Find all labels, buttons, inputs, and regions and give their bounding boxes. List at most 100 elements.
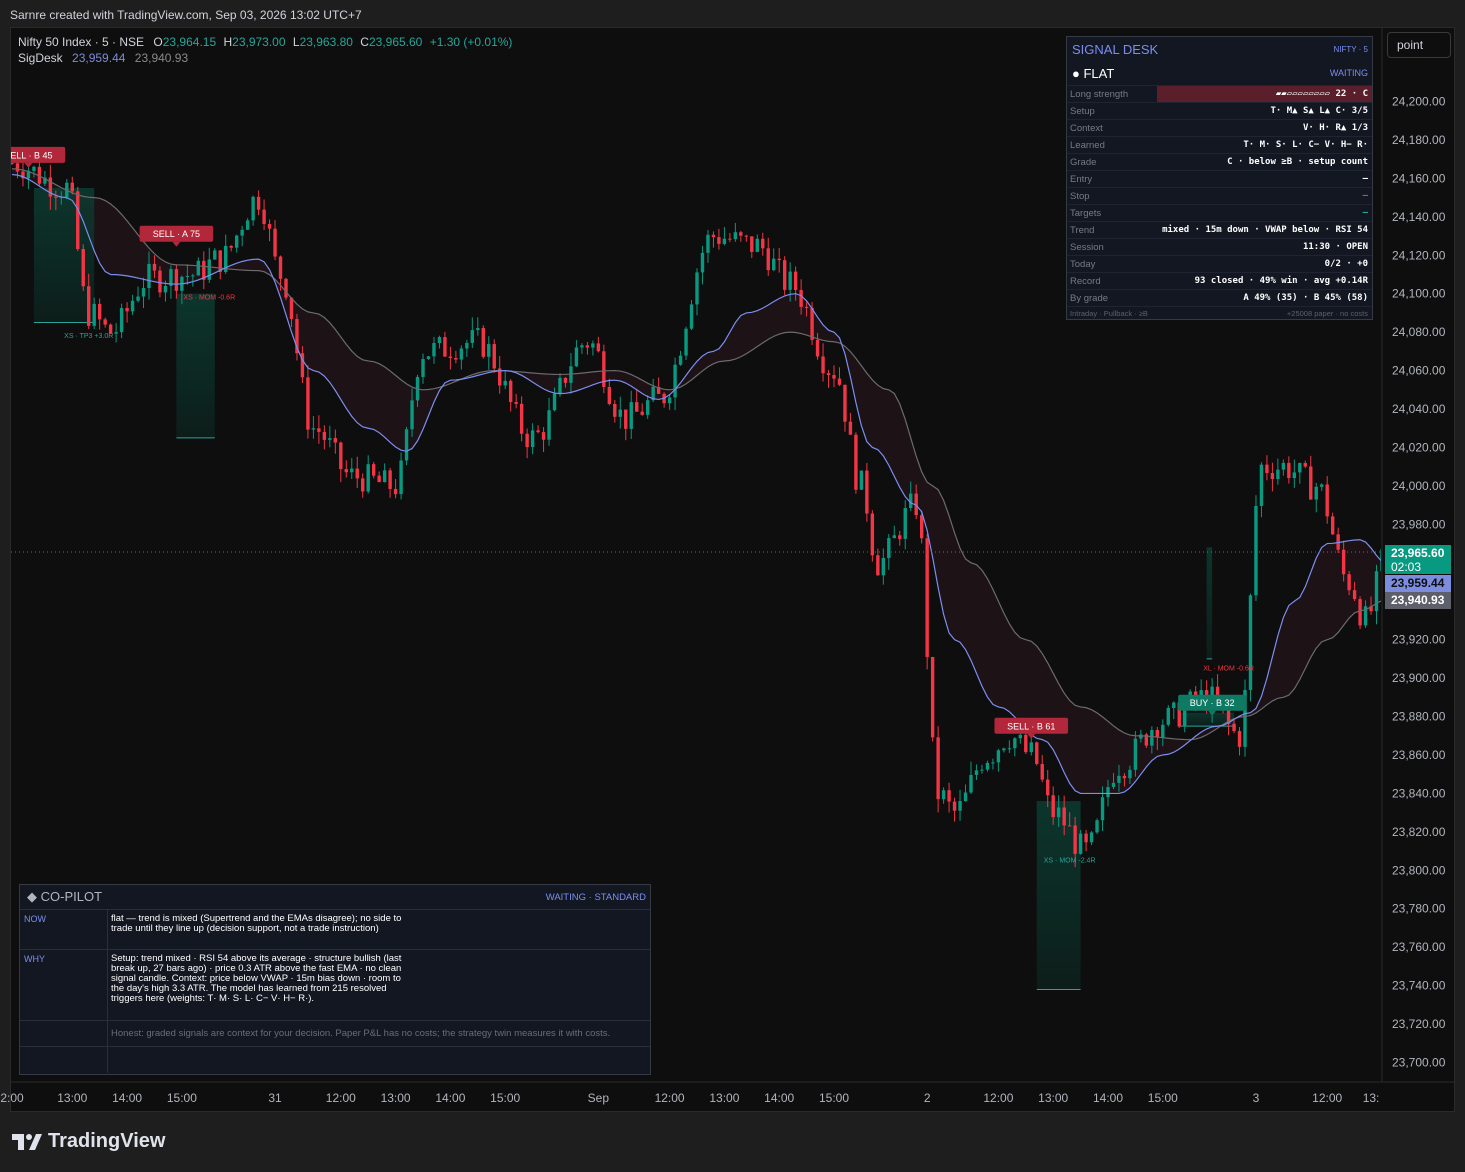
- candle-body: [454, 358, 458, 360]
- desk-row-value: —: [1362, 191, 1368, 201]
- candle-body: [278, 256, 283, 279]
- candle-body: [1166, 708, 1170, 725]
- candle-body: [1062, 807, 1066, 826]
- candle-body: [322, 431, 327, 440]
- desk-row: By grade A 49% (35) · B 45% (58): [1067, 289, 1372, 306]
- time-tick-label: 14:00: [764, 1091, 794, 1105]
- time-tick-label: 15:00: [490, 1091, 520, 1105]
- candle-body: [1259, 464, 1264, 506]
- candle-body: [388, 470, 392, 489]
- candle-body: [256, 196, 261, 210]
- candle-body: [963, 792, 968, 802]
- candle-body: [1073, 825, 1077, 854]
- slow-ema-price-label: 23,940.93: [1385, 592, 1451, 609]
- signal-desk-symbol: NIFTY · 5: [1333, 44, 1368, 54]
- candle-body: [1067, 825, 1072, 827]
- candle-body: [1374, 571, 1379, 612]
- candle-body: [969, 774, 973, 793]
- price-tick-label: 24,040.00: [1392, 402, 1446, 416]
- candle-body: [645, 400, 650, 415]
- candle-body: [125, 308, 129, 312]
- candle-body: [859, 470, 864, 490]
- candle-body: [229, 245, 233, 248]
- candle-body: [974, 770, 979, 775]
- candle-body: [947, 790, 951, 802]
- indicator-name[interactable]: SigDesk: [18, 51, 63, 65]
- desk-row-key: Session: [1070, 241, 1104, 253]
- trade-outcome-annotation: XS · MOM -0.6R: [183, 294, 235, 301]
- time-tick-label: 15:00: [167, 1091, 197, 1105]
- candle-body: [1013, 738, 1017, 749]
- candle-body: [1089, 832, 1094, 843]
- candle-body: [744, 235, 749, 237]
- candle-body: [361, 478, 365, 492]
- signal-label-text: SELL · B 45: [4, 150, 52, 160]
- candle-body: [1320, 484, 1324, 487]
- price-tick-label: 23,920.00: [1392, 633, 1446, 647]
- candle-body: [574, 347, 579, 367]
- candle-body: [541, 432, 546, 440]
- candle-body: [624, 409, 628, 429]
- candle-body: [328, 438, 332, 440]
- desk-row-value: T· M· S· L· C− V· H− R·: [1243, 140, 1368, 150]
- price-scale-mode-button[interactable]: point: [1387, 32, 1451, 58]
- candle-body: [1254, 505, 1258, 596]
- candle-body: [196, 260, 201, 276]
- candle-body: [799, 290, 803, 307]
- price-tick-label: 23,880.00: [1392, 710, 1446, 724]
- candle-body: [919, 515, 924, 539]
- time-tick-label: 13:00: [381, 1091, 411, 1105]
- desk-row: Context V· H· R▲ 1/3: [1067, 119, 1372, 136]
- candle-body: [437, 337, 442, 344]
- trade-target-zone: [1206, 547, 1213, 659]
- candle-body: [1330, 516, 1335, 535]
- candle-body: [459, 348, 464, 360]
- signal-desk-title: SIGNAL DESK: [1072, 41, 1159, 57]
- candle-body: [267, 223, 272, 229]
- candle-body: [793, 271, 798, 291]
- copilot-empty-cell: [20, 1047, 108, 1073]
- candle-body: [234, 235, 239, 248]
- symbol-title[interactable]: Nifty 50 Index · 5 · NSE: [18, 35, 144, 49]
- candle-body: [1237, 731, 1242, 747]
- candle-body: [739, 232, 743, 236]
- desk-row: Entry —: [1067, 170, 1372, 187]
- candle-body: [344, 469, 348, 473]
- copilot-why-label: WHY: [20, 950, 108, 1020]
- candle-body: [1325, 484, 1329, 517]
- candle-body: [558, 377, 562, 394]
- signal-label-pointer: [172, 241, 181, 247]
- price-tick-label: 23,760.00: [1392, 940, 1446, 954]
- desk-row-value: 11:30 · OPEN: [1302, 242, 1368, 252]
- candle-body: [371, 464, 376, 476]
- candle-body: [706, 234, 710, 253]
- signal-label-text: SELL · B 61: [1007, 721, 1055, 731]
- candle-body: [1106, 787, 1110, 798]
- candle-body: [1035, 742, 1039, 764]
- candle-body: [1122, 775, 1127, 779]
- time-tick-label: 12:00: [983, 1091, 1013, 1105]
- candle-body: [1084, 833, 1088, 843]
- bar-countdown: 02:03: [1391, 560, 1422, 574]
- candle-body: [580, 345, 584, 348]
- candle-body: [826, 373, 831, 376]
- candle-body: [487, 344, 491, 357]
- candle-body: [404, 429, 409, 461]
- candle-body: [536, 430, 540, 433]
- trade-target-zone: [33, 187, 95, 323]
- desk-row-value: ▰▰▱▱▱▱▱▱▱▱ 22 · C: [1157, 86, 1372, 102]
- candle-body: [503, 380, 507, 386]
- low-value: 23,963.80: [299, 35, 353, 49]
- candle-body: [245, 220, 250, 230]
- price-tick-label: 24,060.00: [1392, 364, 1446, 378]
- time-tick-label: 13:00: [1038, 1091, 1068, 1105]
- desk-row-key: Trend: [1070, 224, 1095, 236]
- signal-desk-panel: SIGNAL DESK NIFTY · 5 ● FLAT WAITING Lon…: [1066, 36, 1373, 320]
- candle-body: [865, 470, 869, 514]
- candle-body: [980, 769, 984, 771]
- signal-desk-footer-left: Intraday · Pullback · ≥B: [1070, 309, 1148, 318]
- time-tick-label: 15:00: [1148, 1091, 1178, 1105]
- candle-body: [15, 163, 20, 172]
- candle-body: [892, 535, 896, 539]
- desk-row-value: C · below ≥B · setup count: [1227, 157, 1368, 167]
